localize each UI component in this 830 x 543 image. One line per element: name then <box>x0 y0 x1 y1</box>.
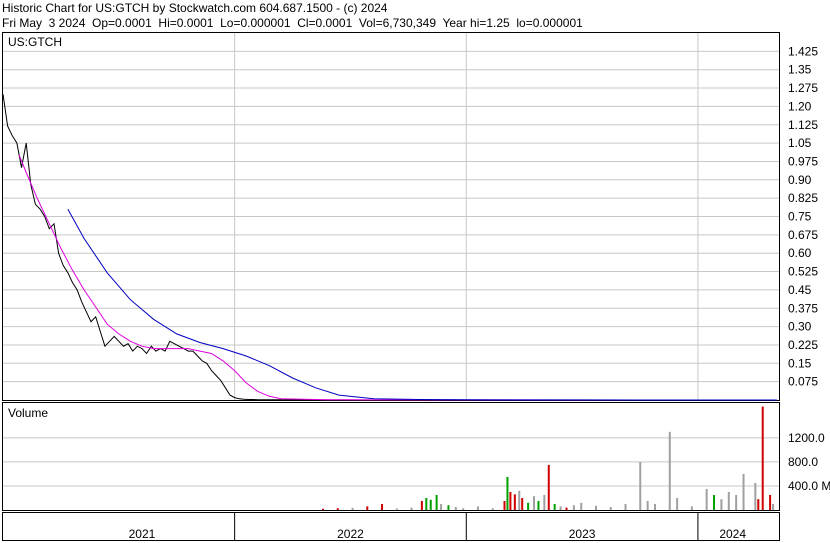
volume-bar <box>351 507 354 510</box>
volume-bar <box>420 500 423 510</box>
volume-bar <box>639 461 642 510</box>
volume-bar <box>668 431 671 510</box>
volume-bar <box>624 503 627 510</box>
volume-bar <box>506 476 509 510</box>
price-y-tick-label: 0.75 <box>788 210 812 224</box>
volume-y-tick-label: 400.0 M <box>788 479 830 493</box>
volume-bar <box>533 496 536 510</box>
volume-bar <box>676 497 679 510</box>
volume-bar <box>761 406 764 510</box>
volume-y-tick-label: 1200.0 <box>788 431 825 445</box>
volume-bar <box>336 508 339 510</box>
price-y-tick-label: 0.45 <box>788 283 812 297</box>
volume-bar <box>447 505 450 510</box>
volume-bar <box>572 505 575 510</box>
x-axis-year-label: 2022 <box>337 527 364 541</box>
volume-bar <box>322 508 325 510</box>
price-y-tick-label: 0.375 <box>788 301 818 315</box>
volume-bar <box>754 482 757 510</box>
volume-bar <box>462 508 465 510</box>
volume-bar <box>435 494 438 510</box>
x-axis-year-label: 2023 <box>569 527 596 541</box>
volume-bar <box>742 473 745 510</box>
volume-bar <box>580 502 583 510</box>
volume-bar <box>559 506 562 510</box>
price-y-tick-label: 1.35 <box>788 63 812 77</box>
volume-panel-frame <box>2 402 780 511</box>
volume-bar <box>705 488 708 510</box>
price-y-axis: 1.425 1.35 1.275 1.20 1.125 1.05 0.975 0.90 0.82… <box>788 44 818 388</box>
price-y-tick-label: 0.30 <box>788 320 812 334</box>
price-y-tick-label: 1.20 <box>788 99 812 113</box>
volume-bar <box>565 507 568 510</box>
volume-bar <box>537 500 540 510</box>
volume-bar <box>609 506 612 510</box>
volume-bar <box>543 494 546 510</box>
volume-bar <box>757 499 760 510</box>
volume-bar <box>769 494 772 510</box>
volume-panel-title: Volume <box>8 406 48 420</box>
volume-bar <box>521 497 524 510</box>
volume-bar <box>366 506 369 510</box>
x-axis-band <box>2 512 780 541</box>
price-y-tick-label: 0.675 <box>788 228 818 242</box>
volume-bar <box>646 500 649 510</box>
volume-bar <box>547 464 550 510</box>
volume-bar <box>654 503 657 510</box>
price-y-tick-label: 1.125 <box>788 118 818 132</box>
volume-bar <box>491 508 494 510</box>
volume-bar <box>513 494 516 510</box>
price-y-tick-label: 1.425 <box>788 44 818 58</box>
x-axis-year-label: 2024 <box>719 527 746 541</box>
volume-bar <box>518 490 521 510</box>
volume-bar <box>410 507 413 510</box>
volume-bar <box>395 508 398 510</box>
price-y-tick-label: 0.15 <box>788 356 812 370</box>
price-y-tick-label: 0.60 <box>788 246 812 260</box>
stock-chart: 1.425 1.35 1.275 1.20 1.125 1.05 0.975 0.90 0.82… <box>2 32 830 541</box>
volume-bar <box>509 491 512 510</box>
price-y-tick-label: 0.225 <box>788 338 818 352</box>
volume-bar <box>503 500 506 510</box>
x-axis-year-label: 2021 <box>129 527 156 541</box>
volume-bar <box>429 499 432 510</box>
volume-bar <box>594 505 597 510</box>
volume-bar <box>454 506 457 510</box>
volume-bar <box>553 503 556 510</box>
price-y-tick-label: 0.975 <box>788 154 818 168</box>
price-panel-title: US:GTCH <box>8 35 62 49</box>
price-y-tick-label: 1.05 <box>788 136 812 150</box>
price-y-tick-label: 0.825 <box>788 191 818 205</box>
volume-y-tick-label: 800.0 <box>788 455 818 469</box>
price-y-tick-label: 0.525 <box>788 265 818 279</box>
volume-bar <box>713 494 716 510</box>
volume-y-axis: 1200.0 800.0 400.0 M <box>788 431 830 493</box>
price-y-tick-label: 1.275 <box>788 81 818 95</box>
volume-bar <box>690 506 693 510</box>
price-y-tick-label: 0.90 <box>788 173 812 187</box>
volume-bar <box>527 502 530 510</box>
volume-bar <box>440 503 443 510</box>
volume-bar <box>735 494 738 510</box>
volume-bar <box>381 503 384 510</box>
volume-bar <box>720 499 723 510</box>
volume-bar <box>727 491 730 510</box>
volume-bar <box>425 497 428 510</box>
price-y-tick-label: 0.075 <box>788 375 818 389</box>
volume-bar <box>772 503 775 510</box>
volume-bar <box>476 506 479 510</box>
